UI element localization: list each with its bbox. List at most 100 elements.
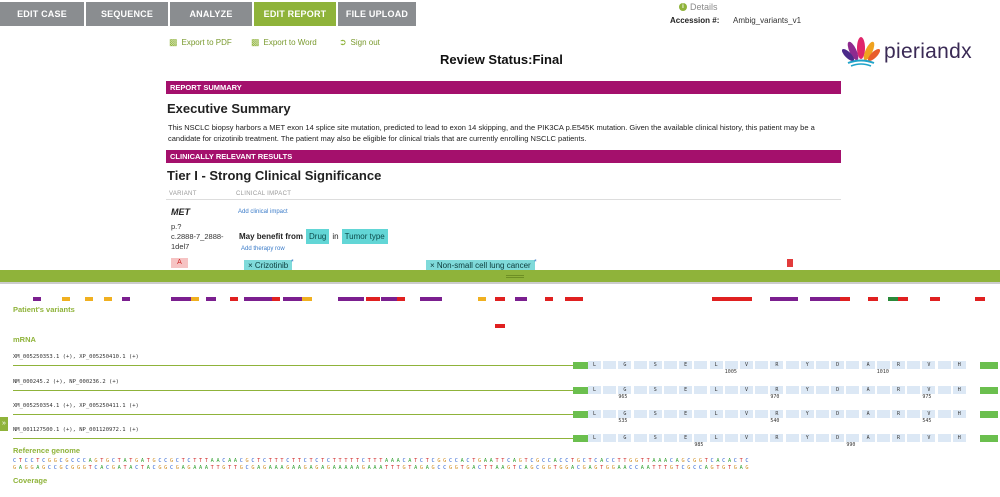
variant-marker[interactable] xyxy=(122,297,130,301)
exon-block[interactable] xyxy=(980,387,998,394)
amino-acid-cell[interactable]: Y xyxy=(800,386,814,394)
amino-acid-cell[interactable]: R xyxy=(892,386,905,394)
amino-acid-cell[interactable] xyxy=(937,434,951,442)
amino-acid-cell[interactable]: G xyxy=(618,386,632,394)
amino-acid-cell[interactable]: Y xyxy=(800,361,814,369)
amino-acid-cell[interactable]: A xyxy=(861,410,875,418)
add-clinical-impact-link[interactable]: Add clinical impact xyxy=(238,209,288,215)
add-therapy-row-link[interactable]: Add therapy row xyxy=(241,246,285,252)
amino-acid-cell[interactable]: R xyxy=(770,434,784,442)
amino-acid-cell[interactable]: E xyxy=(679,386,693,394)
amino-acid-cell[interactable]: L xyxy=(709,361,723,369)
variant-marker[interactable] xyxy=(191,297,199,301)
amino-acid-cell[interactable]: V xyxy=(740,386,753,394)
amino-acid-cell[interactable] xyxy=(603,386,617,394)
variant-marker[interactable] xyxy=(868,297,878,301)
variant-marker[interactable] xyxy=(33,297,41,301)
variant-marker[interactable] xyxy=(545,297,553,301)
amino-acid-cell[interactable] xyxy=(664,410,677,418)
variant-marker[interactable] xyxy=(283,297,303,301)
tumor-type-chip[interactable]: Tumor type xyxy=(341,229,388,244)
amino-acid-cell[interactable] xyxy=(633,386,647,394)
variant-marker[interactable] xyxy=(730,297,752,301)
variant-marker[interactable] xyxy=(381,297,397,301)
amino-acid-cell[interactable] xyxy=(694,386,708,394)
amino-acid-cell[interactable] xyxy=(603,434,617,442)
amino-acid-cell[interactable]: A xyxy=(861,434,875,442)
amino-acid-cell[interactable]: V xyxy=(922,434,936,442)
amino-acid-cell[interactable]: R xyxy=(770,410,784,418)
variant-marker[interactable] xyxy=(62,297,70,301)
amino-acid-cell[interactable] xyxy=(755,361,769,369)
variant-marker[interactable] xyxy=(302,297,312,301)
variant-marker[interactable] xyxy=(898,297,908,301)
details-link[interactable]: i Details xyxy=(679,2,718,12)
amino-acid-cell[interactable]: E xyxy=(679,410,693,418)
tab-file-upload[interactable]: FILE UPLOAD xyxy=(338,2,416,26)
variant-marker[interactable] xyxy=(420,297,442,301)
exon-block[interactable] xyxy=(980,362,998,369)
amino-acid-cell[interactable] xyxy=(785,386,799,394)
variant-marker[interactable] xyxy=(975,297,985,301)
amino-acid-cell[interactable] xyxy=(846,386,860,394)
amino-acid-cell[interactable]: H xyxy=(952,361,966,369)
amino-acid-cell[interactable]: H xyxy=(952,434,966,442)
exon-block[interactable] xyxy=(980,411,998,418)
amino-acid-cell[interactable] xyxy=(694,434,708,442)
amino-acid-cell[interactable]: D xyxy=(831,410,845,418)
amino-acid-cell[interactable] xyxy=(664,361,677,369)
panel-resize-bar[interactable] xyxy=(0,270,1000,282)
amino-acid-cell[interactable] xyxy=(846,410,860,418)
amino-acid-cell[interactable] xyxy=(937,386,951,394)
variant-marker[interactable] xyxy=(397,297,405,301)
amino-acid-cell[interactable] xyxy=(876,434,890,442)
amino-acid-cell[interactable] xyxy=(755,434,769,442)
mrna-variant-marker[interactable] xyxy=(495,324,505,328)
export-pdf-link[interactable]: ▩ Export to PDF xyxy=(169,37,232,48)
amino-acid-cell[interactable]: S xyxy=(648,386,662,394)
amino-acid-cell[interactable]: L xyxy=(588,410,601,418)
amino-acid-cell[interactable]: H xyxy=(952,410,966,418)
variant-marker[interactable] xyxy=(104,297,112,301)
amino-acid-cell[interactable] xyxy=(603,410,617,418)
amino-acid-cell[interactable]: V xyxy=(740,410,753,418)
tab-analyze[interactable]: ANALYZE xyxy=(170,2,252,26)
amino-acid-cell[interactable]: D xyxy=(831,361,845,369)
amino-acid-cell[interactable]: V xyxy=(740,361,753,369)
sign-out-link[interactable]: ➲ Sign out xyxy=(339,37,380,48)
tab-sequence[interactable]: SEQUENCE xyxy=(86,2,168,26)
amino-acid-cell[interactable]: S xyxy=(648,361,662,369)
variant-marker[interactable] xyxy=(230,297,238,301)
amino-acid-cell[interactable]: A xyxy=(861,386,875,394)
amino-acid-cell[interactable]: L xyxy=(588,361,601,369)
amino-acid-cell[interactable] xyxy=(816,410,829,418)
amino-acid-cell[interactable]: V xyxy=(922,386,936,394)
amino-acid-cell[interactable] xyxy=(603,361,617,369)
trash-icon[interactable] xyxy=(787,259,793,267)
amino-acid-cell[interactable]: Y xyxy=(800,434,814,442)
variant-marker[interactable] xyxy=(85,297,93,301)
variant-marker[interactable] xyxy=(515,297,527,301)
amino-acid-cell[interactable]: G xyxy=(618,434,632,442)
amino-acid-cell[interactable]: G xyxy=(618,361,632,369)
variant-marker[interactable] xyxy=(565,297,583,301)
amino-acid-cell[interactable]: L xyxy=(588,386,601,394)
amino-acid-cell[interactable] xyxy=(876,386,890,394)
amino-acid-cell[interactable] xyxy=(755,410,769,418)
variant-marker[interactable] xyxy=(171,297,191,301)
amino-acid-cell[interactable] xyxy=(694,410,708,418)
amino-acid-cell[interactable]: G xyxy=(618,410,632,418)
exon-block[interactable] xyxy=(980,435,998,442)
amino-acid-cell[interactable] xyxy=(664,434,677,442)
amino-acid-cell[interactable] xyxy=(633,361,647,369)
amino-acid-cell[interactable] xyxy=(785,434,799,442)
amino-acid-cell[interactable] xyxy=(846,434,860,442)
amino-acid-cell[interactable] xyxy=(724,386,738,394)
amino-acid-cell[interactable]: R xyxy=(892,434,905,442)
variant-marker[interactable] xyxy=(338,297,364,301)
amino-acid-cell[interactable] xyxy=(724,361,738,369)
amino-acid-cell[interactable]: R xyxy=(892,361,905,369)
tab-edit-report[interactable]: EDIT REPORT xyxy=(254,2,336,26)
amino-acid-cell[interactable] xyxy=(907,410,921,418)
amino-acid-cell[interactable] xyxy=(816,361,829,369)
